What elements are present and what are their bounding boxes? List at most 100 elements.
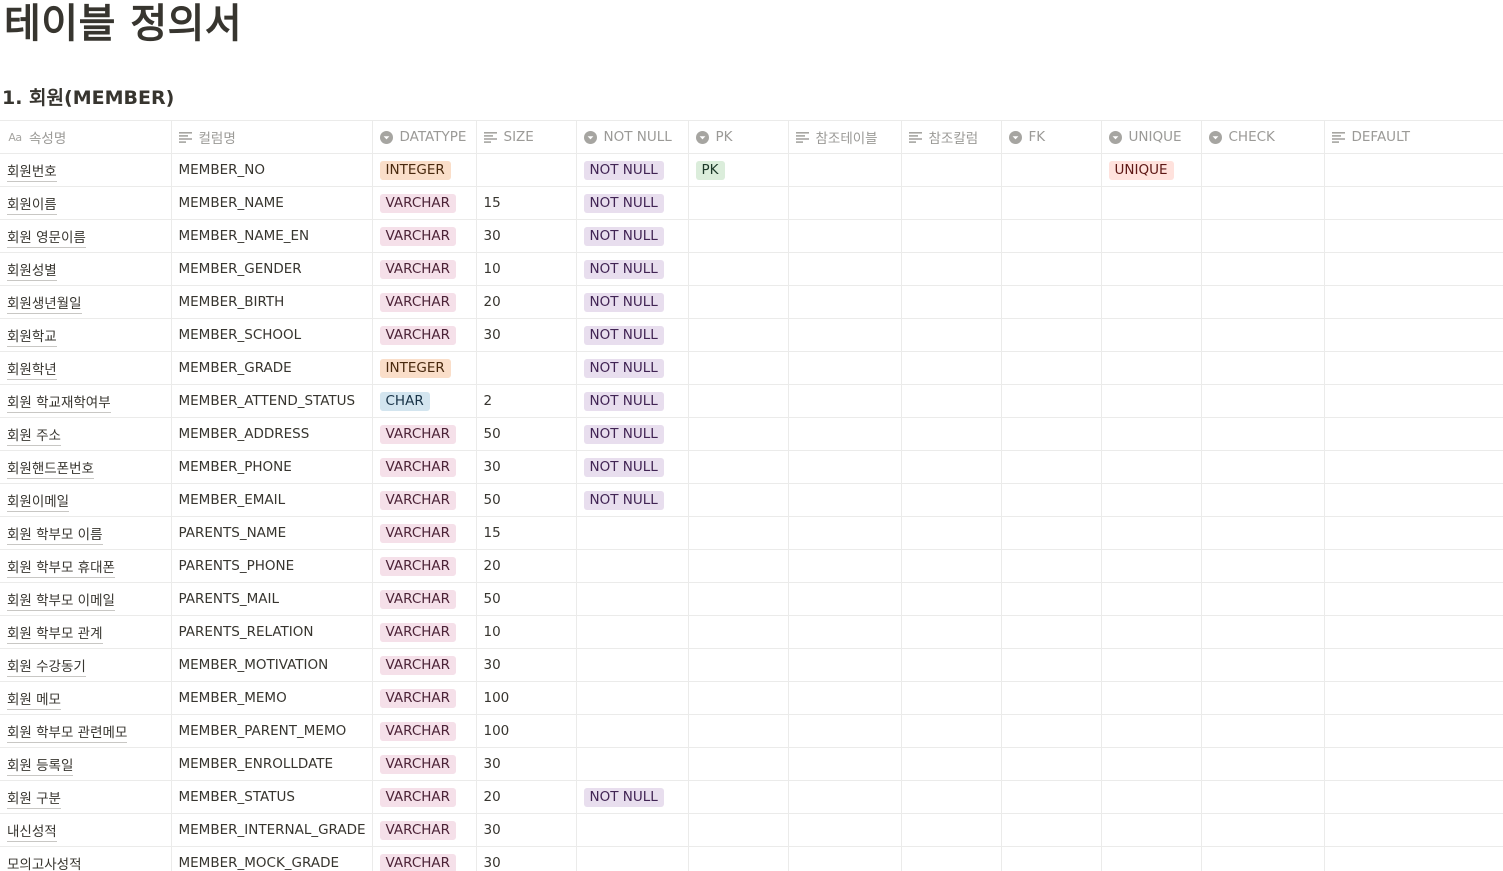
cell-unique[interactable] bbox=[1101, 219, 1202, 253]
cell-ref-table[interactable] bbox=[788, 615, 902, 649]
cell-size[interactable]: 30 bbox=[476, 648, 577, 682]
cell-ref-table[interactable] bbox=[788, 549, 902, 583]
cell-column[interactable]: MEMBER_NAME bbox=[171, 186, 373, 220]
cell-column[interactable]: MEMBER_MEMO bbox=[171, 681, 373, 715]
cell-column[interactable]: MEMBER_INTERNAL_GRADE bbox=[171, 813, 373, 847]
cell-default[interactable] bbox=[1324, 648, 1503, 682]
cell-fk[interactable] bbox=[1001, 615, 1102, 649]
cell-column[interactable]: MEMBER_MOTIVATION bbox=[171, 648, 373, 682]
cell-name[interactable]: 회원 주소 bbox=[0, 417, 172, 451]
cell-size[interactable]: 2 bbox=[476, 384, 577, 418]
table-row[interactable]: 회원핸드폰번호 MEMBER_PHONE VARCHAR 30 NOT NULL bbox=[0, 450, 1503, 484]
cell-pk[interactable] bbox=[688, 615, 789, 649]
cell-unique[interactable] bbox=[1101, 483, 1202, 517]
cell-pk[interactable] bbox=[688, 681, 789, 715]
attribute-name[interactable]: 회원 영문이름 bbox=[7, 230, 86, 248]
cell-pk[interactable] bbox=[688, 384, 789, 418]
cell-not-null[interactable] bbox=[576, 747, 689, 781]
cell-size[interactable]: 50 bbox=[476, 483, 577, 517]
cell-unique[interactable] bbox=[1101, 549, 1202, 583]
cell-default[interactable] bbox=[1324, 813, 1503, 847]
cell-ref-column[interactable] bbox=[901, 516, 1002, 550]
cell-ref-column[interactable] bbox=[901, 219, 1002, 253]
table-row[interactable]: 회원 수강동기 MEMBER_MOTIVATION VARCHAR 30 bbox=[0, 648, 1503, 682]
cell-fk[interactable] bbox=[1001, 351, 1102, 385]
column-header[interactable]: SIZE bbox=[476, 120, 577, 154]
cell-name[interactable]: 회원 학부모 이메일 bbox=[0, 582, 172, 616]
attribute-name[interactable]: 내신성적 bbox=[7, 824, 57, 842]
cell-check[interactable] bbox=[1201, 813, 1325, 847]
cell-column[interactable]: MEMBER_PARENT_MEMO bbox=[171, 714, 373, 748]
table-row[interactable]: 회원 등록일 MEMBER_ENROLLDATE VARCHAR 30 bbox=[0, 747, 1503, 781]
cell-column[interactable]: PARENTS_NAME bbox=[171, 516, 373, 550]
cell-fk[interactable] bbox=[1001, 450, 1102, 484]
cell-pk[interactable] bbox=[688, 582, 789, 616]
cell-ref-column[interactable] bbox=[901, 813, 1002, 847]
cell-fk[interactable] bbox=[1001, 780, 1102, 814]
cell-not-null[interactable]: NOT NULL bbox=[576, 252, 689, 286]
cell-ref-column[interactable] bbox=[901, 417, 1002, 451]
cell-default[interactable] bbox=[1324, 846, 1503, 871]
cell-size[interactable]: 15 bbox=[476, 186, 577, 220]
cell-fk[interactable] bbox=[1001, 714, 1102, 748]
attribute-name[interactable]: 회원 메모 bbox=[7, 692, 61, 710]
cell-check[interactable] bbox=[1201, 516, 1325, 550]
cell-size[interactable]: 20 bbox=[476, 549, 577, 583]
cell-ref-column[interactable] bbox=[901, 351, 1002, 385]
cell-fk[interactable] bbox=[1001, 846, 1102, 871]
cell-size[interactable]: 30 bbox=[476, 450, 577, 484]
cell-pk[interactable] bbox=[688, 813, 789, 847]
cell-default[interactable] bbox=[1324, 252, 1503, 286]
section-title[interactable]: 1. 회원(MEMBER) bbox=[2, 85, 174, 111]
cell-datatype[interactable]: INTEGER bbox=[372, 153, 477, 187]
cell-ref-column[interactable] bbox=[901, 384, 1002, 418]
cell-datatype[interactable]: VARCHAR bbox=[372, 516, 477, 550]
cell-name[interactable]: 모의고사성적 bbox=[0, 846, 172, 871]
cell-default[interactable] bbox=[1324, 780, 1503, 814]
cell-ref-table[interactable] bbox=[788, 483, 902, 517]
table-row[interactable]: 회원학교 MEMBER_SCHOOL VARCHAR 30 NOT NULL bbox=[0, 318, 1503, 352]
cell-column[interactable]: MEMBER_GENDER bbox=[171, 252, 373, 286]
cell-column[interactable]: PARENTS_RELATION bbox=[171, 615, 373, 649]
cell-check[interactable] bbox=[1201, 285, 1325, 319]
cell-name[interactable]: 회원 수강동기 bbox=[0, 648, 172, 682]
cell-unique[interactable] bbox=[1101, 813, 1202, 847]
cell-check[interactable] bbox=[1201, 186, 1325, 220]
column-header[interactable]: 참조테이블 bbox=[788, 120, 902, 154]
attribute-name[interactable]: 회원 학부모 이메일 bbox=[7, 593, 115, 611]
attribute-name[interactable]: 회원 학부모 관련메모 bbox=[7, 725, 128, 743]
cell-size[interactable]: 30 bbox=[476, 318, 577, 352]
cell-check[interactable] bbox=[1201, 384, 1325, 418]
cell-ref-column[interactable] bbox=[901, 483, 1002, 517]
cell-name[interactable]: 회원 학부모 관련메모 bbox=[0, 714, 172, 748]
cell-datatype[interactable]: VARCHAR bbox=[372, 549, 477, 583]
cell-ref-column[interactable] bbox=[901, 780, 1002, 814]
cell-ref-column[interactable] bbox=[901, 714, 1002, 748]
table-row[interactable]: 회원생년월일 MEMBER_BIRTH VARCHAR 20 NOT NULL bbox=[0, 285, 1503, 319]
attribute-name[interactable]: 회원 학교재학여부 bbox=[7, 395, 111, 413]
cell-check[interactable] bbox=[1201, 846, 1325, 871]
cell-unique[interactable] bbox=[1101, 285, 1202, 319]
cell-unique[interactable] bbox=[1101, 252, 1202, 286]
cell-datatype[interactable]: VARCHAR bbox=[372, 648, 477, 682]
cell-check[interactable] bbox=[1201, 615, 1325, 649]
cell-fk[interactable] bbox=[1001, 186, 1102, 220]
cell-column[interactable]: MEMBER_PHONE bbox=[171, 450, 373, 484]
cell-not-null[interactable]: NOT NULL bbox=[576, 186, 689, 220]
cell-unique[interactable] bbox=[1101, 351, 1202, 385]
cell-check[interactable] bbox=[1201, 219, 1325, 253]
cell-not-null[interactable]: NOT NULL bbox=[576, 318, 689, 352]
cell-fk[interactable] bbox=[1001, 417, 1102, 451]
column-header[interactable]: DATATYPE bbox=[372, 120, 477, 154]
cell-ref-table[interactable] bbox=[788, 846, 902, 871]
cell-fk[interactable] bbox=[1001, 483, 1102, 517]
cell-default[interactable] bbox=[1324, 681, 1503, 715]
table-row[interactable]: 회원 주소 MEMBER_ADDRESS VARCHAR 50 NOT NULL bbox=[0, 417, 1503, 451]
cell-fk[interactable] bbox=[1001, 219, 1102, 253]
cell-ref-column[interactable] bbox=[901, 648, 1002, 682]
cell-column[interactable]: MEMBER_BIRTH bbox=[171, 285, 373, 319]
column-header[interactable]: CHECK bbox=[1201, 120, 1325, 154]
cell-fk[interactable] bbox=[1001, 318, 1102, 352]
cell-ref-table[interactable] bbox=[788, 714, 902, 748]
cell-ref-table[interactable] bbox=[788, 285, 902, 319]
